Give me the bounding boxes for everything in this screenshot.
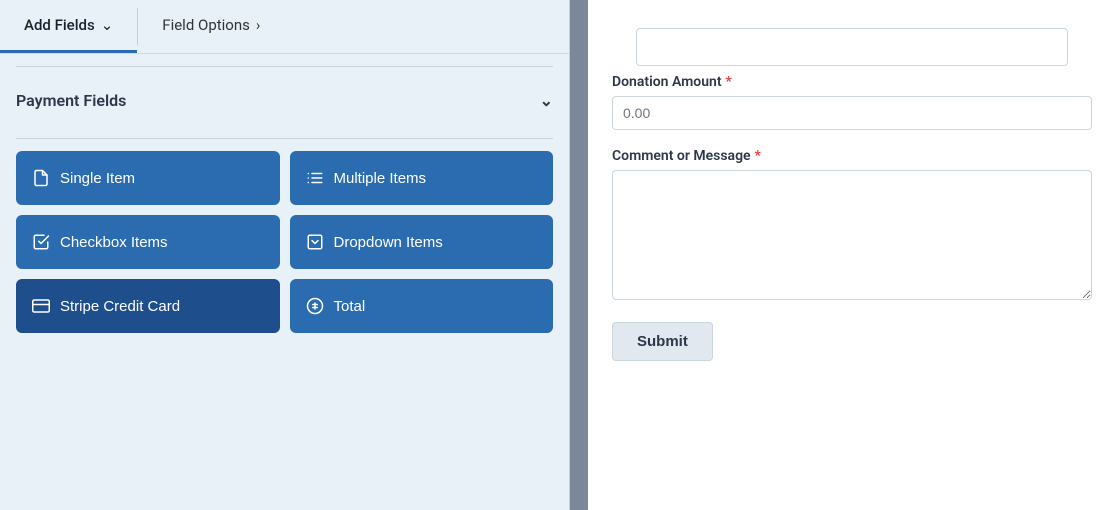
submit-button[interactable]: Submit [612,322,713,361]
right-panel: Donation Amount * Comment or Message * S… [588,0,1116,510]
checkbox-icon [32,233,50,251]
tab-field-options[interactable]: Field Options › [138,0,284,53]
credit-card-icon [32,297,50,315]
donation-amount-label-container: Donation Amount * [612,74,1092,90]
submit-label: Submit [637,333,688,350]
chevron-down-icon: ⌄ [101,16,114,34]
dollar-icon [306,297,324,315]
total-button[interactable]: Total [290,279,554,333]
submit-group: Submit [612,322,1092,361]
fields-grid: Single Item Multiple Items [16,151,553,333]
donation-required-star: * [726,74,732,90]
comment-group: Comment or Message * [612,148,1092,304]
comment-label: Comment or Message [612,148,751,164]
multiple-items-button[interactable]: Multiple Items [290,151,554,205]
checkbox-items-label: Checkbox Items [60,234,168,251]
tab-add-fields-label: Add Fields [24,16,95,34]
tab-field-options-label: Field Options [162,16,250,34]
panel-content: Payment Fields ⌄ Single Item [0,54,569,510]
single-item-button[interactable]: Single Item [16,151,280,205]
top-input-container [612,16,1092,66]
top-empty-input[interactable] [636,28,1068,66]
payment-fields-header[interactable]: Payment Fields ⌄ [16,79,553,126]
chevron-down-icon-section: ⌄ [540,91,553,110]
section-divider-top [16,66,553,67]
left-panel: Add Fields ⌄ Field Options › Payment Fie… [0,0,570,510]
donation-amount-group: Donation Amount * [612,74,1092,130]
tabs-bar: Add Fields ⌄ Field Options › [0,0,569,54]
checkbox-items-button[interactable]: Checkbox Items [16,215,280,269]
panel-divider [570,0,588,510]
single-item-label: Single Item [60,170,135,187]
stripe-credit-card-label: Stripe Credit Card [60,298,180,315]
comment-label-container: Comment or Message * [612,148,1092,164]
dropdown-icon [306,233,324,251]
multiple-items-label: Multiple Items [334,170,427,187]
donation-amount-label: Donation Amount [612,74,722,90]
list-icon [306,169,324,187]
comment-required-star: * [755,148,761,164]
comment-textarea[interactable] [612,170,1092,300]
file-icon [32,169,50,187]
stripe-credit-card-button[interactable]: Stripe Credit Card [16,279,280,333]
tab-add-fields[interactable]: Add Fields ⌄ [0,0,137,53]
payment-fields-title: Payment Fields [16,91,126,110]
donation-amount-input[interactable] [612,96,1092,130]
form-area: Donation Amount * Comment or Message * S… [588,0,1116,510]
chevron-right-icon: › [256,16,261,34]
total-label: Total [334,298,366,315]
section-divider-bottom [16,138,553,139]
dropdown-items-button[interactable]: Dropdown Items [290,215,554,269]
dropdown-items-label: Dropdown Items [334,234,443,251]
